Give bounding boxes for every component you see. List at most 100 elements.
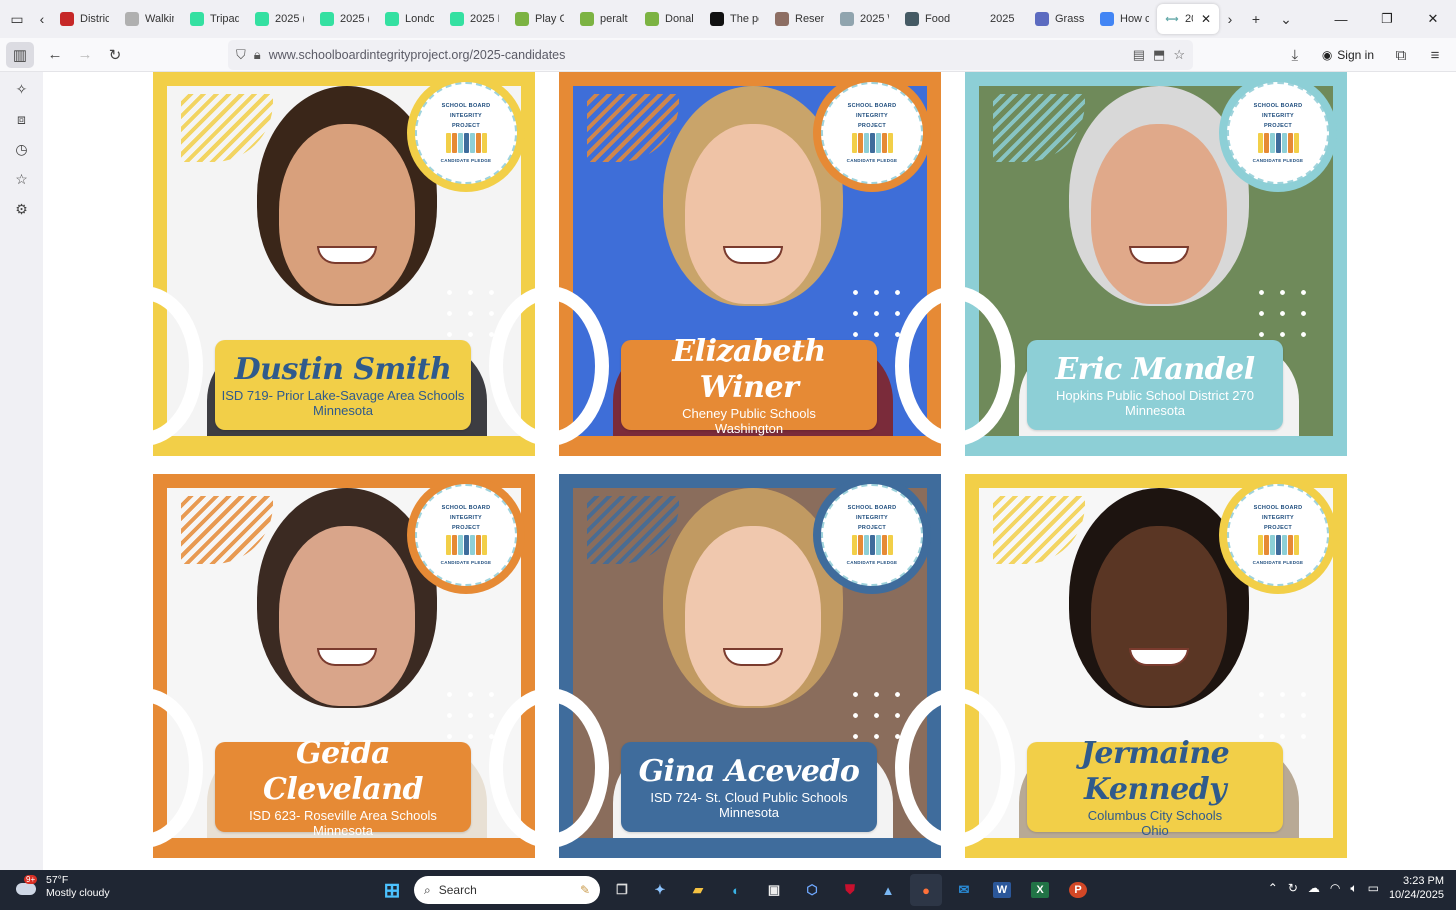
sync-icon[interactable]: ↻: [1288, 881, 1298, 895]
badge-title-line: PROJECT: [1263, 525, 1293, 531]
downloads-icon[interactable]: ⤓: [1280, 40, 1310, 70]
tab-favicon-icon: [840, 12, 854, 26]
store-icon[interactable]: ▣: [758, 874, 790, 906]
new-tab-icon[interactable]: +: [1241, 4, 1271, 34]
tab-overflow-icon[interactable]: ⌄: [1271, 4, 1301, 34]
restore-icon[interactable]: ❐: [1364, 0, 1410, 38]
edge-icon[interactable]: ◐: [720, 874, 752, 906]
tab[interactable]: 2025 \: [832, 4, 897, 34]
tracking-shield-icon[interactable]: ⛉: [236, 47, 246, 63]
badge-title-line: SCHOOL BOARD: [1253, 505, 1303, 511]
tab[interactable]: Donal: [637, 4, 702, 34]
tab[interactable]: Food: [897, 4, 962, 34]
wifi-icon[interactable]: ◠: [1330, 881, 1340, 895]
history-icon[interactable]: ◷: [9, 140, 35, 158]
tab-favicon-icon: [1100, 12, 1114, 26]
copilot-icon[interactable]: ✦: [644, 874, 676, 906]
toolbar-right: ⤓ ◉ Sign in ⧉ ≡: [1280, 40, 1456, 70]
synced-tabs-icon[interactable]: ⧈: [9, 110, 35, 128]
url-text[interactable]: www.schoolboardintegrityproject.org/2025…: [269, 48, 1125, 62]
scroll-tabs-right-icon[interactable]: ›: [1219, 4, 1241, 34]
candidate-nameplate: Gina Acevedo ISD 724- St. Cloud Public Sc…: [621, 742, 877, 832]
candidate-name: Dustin Smith: [234, 352, 452, 387]
candidate-card[interactable]: SCHOOL BOARD INTEGRITY PROJECT CANDIDATE PL…: [489, 474, 941, 858]
account-icon: ◉: [1321, 48, 1333, 62]
scroll-tabs-left-icon[interactable]: ‹: [32, 4, 52, 34]
close-tab-icon[interactable]: ✕: [1201, 12, 1211, 26]
address-bar[interactable]: ⛉ 🔒︎ www.schoolboardintegrityproject.org…: [228, 40, 1193, 70]
bookmarks-icon[interactable]: ☆: [9, 170, 35, 188]
tab-label: Tripad: [210, 13, 239, 25]
tab[interactable]: Play C: [507, 4, 572, 34]
sign-in-button[interactable]: ◉ Sign in: [1314, 48, 1382, 62]
weather-widget[interactable]: 9+ 57°F Mostly cloudy: [14, 874, 110, 900]
decorative-dots: [1251, 684, 1313, 740]
file-explorer-icon[interactable]: ▰: [682, 874, 714, 906]
sidebar-settings-icon[interactable]: ⚙: [9, 200, 35, 218]
candidate-card[interactable]: SCHOOL BOARD INTEGRITY PROJECT CANDIDATE PL…: [895, 72, 1347, 456]
tab[interactable]: The pc: [702, 4, 767, 34]
app-icon[interactable]: ⬡: [796, 874, 828, 906]
reader-view-icon[interactable]: ▤: [1133, 47, 1145, 63]
taskbar-search[interactable]: ⌕ Search ✎: [414, 876, 600, 904]
tab-label: Londo: [405, 13, 434, 25]
ai-chatbot-icon[interactable]: ✧: [9, 80, 35, 98]
tab[interactable]: Londo: [377, 4, 442, 34]
tab[interactable]: 2025 (: [312, 4, 377, 34]
tab-favicon-icon: [645, 12, 659, 26]
candidate-card[interactable]: SCHOOL BOARD INTEGRITY PROJECT CANDIDATE PL…: [895, 474, 1347, 858]
battery-icon[interactable]: ▭: [1368, 881, 1379, 895]
sidebar-toggle-icon[interactable]: ▥: [6, 41, 34, 68]
menu-icon[interactable]: ≡: [1420, 40, 1450, 70]
save-to-pocket-icon[interactable]: ⬒: [1153, 47, 1165, 63]
start-windows-icon[interactable]: ⊞: [376, 874, 408, 906]
open-book-icon: [1256, 535, 1300, 557]
candidate-district: ISD 724- St. Cloud Public Schools: [650, 790, 848, 805]
forward-icon[interactable]: →: [70, 40, 100, 70]
tab[interactable]: Distric: [52, 4, 117, 34]
candidate-nameplate: Jermaine Kennedy Columbus City Schools Ohi…: [1027, 736, 1283, 838]
tab-active[interactable]: ⟷ 20 ✕: [1157, 4, 1219, 34]
reload-icon[interactable]: ↻: [100, 40, 130, 70]
close-window-icon[interactable]: ✕: [1410, 0, 1456, 38]
portrait-face: [685, 526, 821, 706]
excel-icon[interactable]: X: [1024, 874, 1056, 906]
portrait-smile: [1129, 246, 1189, 264]
extensions-icon[interactable]: ⧉: [1386, 40, 1416, 70]
tab-list-icon[interactable]: ▭: [2, 4, 32, 34]
candidate-card[interactable]: SCHOOL BOARD INTEGRITY PROJECT CANDIDATE PL…: [83, 72, 535, 456]
outlook-icon[interactable]: ✉: [948, 874, 980, 906]
mcafee-icon[interactable]: ⛊: [834, 874, 866, 906]
tab-favicon-icon: [450, 12, 464, 26]
candidate-card[interactable]: SCHOOL BOARD INTEGRITY PROJECT CANDIDATE PL…: [489, 72, 941, 456]
badge-title-line: SCHOOL BOARD: [1253, 103, 1303, 109]
candidate-card[interactable]: SCHOOL BOARD INTEGRITY PROJECT CANDIDATE PL…: [83, 474, 535, 858]
tab[interactable]: 2025 (: [247, 4, 312, 34]
clock[interactable]: 3:23 PM 10/24/2025: [1389, 874, 1444, 902]
tab-favicon-icon: [970, 12, 984, 26]
back-icon[interactable]: ←: [40, 40, 70, 70]
firefox-icon[interactable]: ●: [910, 874, 942, 906]
volume-icon[interactable]: 🔈︎: [1350, 881, 1357, 896]
tab[interactable]: 2025 I: [442, 4, 507, 34]
word-icon[interactable]: W: [986, 874, 1018, 906]
task-view-icon[interactable]: ❐: [606, 874, 638, 906]
onedrive-icon[interactable]: ☁: [1308, 881, 1320, 895]
weather-badge: 9+: [24, 875, 38, 884]
badge-title-line: INTEGRITY: [449, 515, 483, 521]
tab[interactable]: Reserv: [767, 4, 832, 34]
show-hidden-icons-icon[interactable]: ⌃: [1268, 881, 1278, 895]
tab[interactable]: Grass: [1027, 4, 1092, 34]
minimize-icon[interactable]: —: [1318, 0, 1364, 38]
photos-icon[interactable]: ▲: [872, 874, 904, 906]
tab[interactable]: 2025: [962, 4, 1027, 34]
tab[interactable]: Walkin: [117, 4, 182, 34]
tab-label: peralt: [600, 13, 628, 25]
lock-icon[interactable]: 🔒︎: [254, 47, 261, 63]
tab[interactable]: How c: [1092, 4, 1157, 34]
badge-title-line: INTEGRITY: [855, 113, 889, 119]
tab[interactable]: peralt: [572, 4, 637, 34]
powerpoint-icon[interactable]: P: [1062, 874, 1094, 906]
tab[interactable]: Tripad: [182, 4, 247, 34]
bookmark-star-icon[interactable]: ☆: [1173, 47, 1185, 63]
